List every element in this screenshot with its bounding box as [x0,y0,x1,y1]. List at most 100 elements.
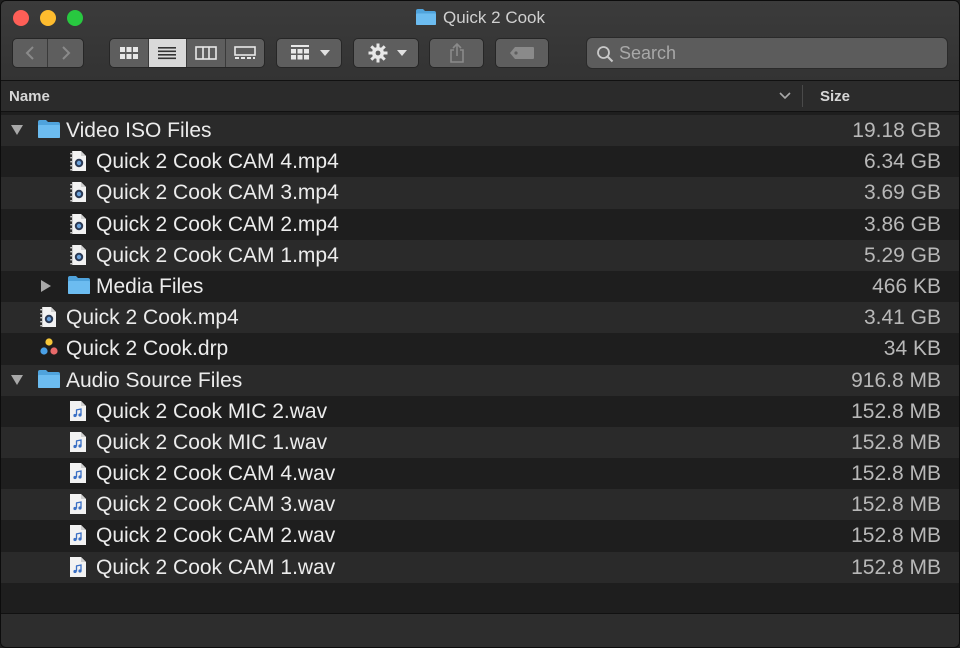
gear-icon [368,43,388,63]
folder-icon [67,275,90,297]
file-size: 19.18 GB [852,119,941,142]
group-grid-icon [291,45,309,60]
file-name: Quick 2 Cook.mp4 [66,306,239,330]
file-size: 466 KB [872,274,941,298]
folder-icon [37,369,60,391]
file-size: 3.69 GB [863,181,941,205]
file-name: Quick 2 Cook MIC 2.wav [96,399,328,423]
audio-file-icon [69,462,91,484]
disclosure-open-icon[interactable] [11,125,23,135]
view-mode-group [109,38,265,68]
tag-button[interactable] [495,38,549,68]
chevron-right-icon [61,46,70,60]
share-button[interactable] [429,38,484,68]
file-name: Media Files [96,274,204,298]
chevron-left-icon [25,46,34,60]
search-input[interactable] [619,41,939,65]
file-row[interactable]: Quick 2 Cook CAM 2.wav 152.8 MB [1,520,959,552]
file-size: 3.86 GB [863,212,941,236]
action-menu-button[interactable] [353,38,419,68]
resolve-project-icon [39,337,61,359]
columns-icon [194,46,217,60]
audio-file-icon [69,556,91,578]
video-file-icon [69,213,91,235]
file-name: Quick 2 Cook CAM 2.mp4 [96,212,339,236]
file-row[interactable]: Quick 2 Cook CAM 4.wav 152.8 MB [1,458,959,490]
column-divider[interactable] [802,85,803,107]
list-lines-icon [158,47,177,60]
chevron-down-icon [320,50,330,56]
file-name: Video ISO Files [66,119,212,142]
file-row[interactable]: Quick 2 Cook.drp 34 KB [1,333,959,365]
file-row[interactable]: Quick 2 Cook CAM 2.mp4 3.86 GB [1,208,959,240]
file-size: 916.8 MB [851,368,941,392]
file-name: Quick 2 Cook CAM 4.wav [96,462,336,486]
file-name: Audio Source Files [66,368,243,392]
navigation-group [12,38,84,68]
folder-row[interactable]: Audio Source Files 916.8 MB [1,364,959,396]
video-file-icon [69,150,91,172]
file-row[interactable]: Quick 2 Cook CAM 4.mp4 6.34 GB [1,146,959,178]
icon-view-button[interactable] [110,39,149,67]
file-name: Quick 2 Cook CAM 3.mp4 [96,181,339,205]
video-file-icon [39,306,61,328]
chevron-down-icon[interactable] [779,92,791,100]
file-row[interactable]: Quick 2 Cook CAM 3.mp4 3.69 GB [1,177,959,209]
group-by-button[interactable] [276,38,342,68]
file-name: Quick 2 Cook.drp [66,337,229,361]
folder-icon [37,119,60,141]
name-column-header[interactable]: Name [9,88,50,105]
window-title: Quick 2 Cook [1,7,959,32]
file-row[interactable]: Quick 2 Cook.mp4 3.41 GB [1,302,959,334]
audio-file-icon [69,400,91,422]
audio-file-icon [69,524,91,546]
file-size: 152.8 MB [851,555,941,579]
file-row[interactable]: Quick 2 Cook CAM 3.wav 152.8 MB [1,489,959,521]
file-size: 152.8 MB [851,524,941,548]
file-row[interactable]: Quick 2 Cook MIC 2.wav 152.8 MB [1,395,959,427]
file-size: 34 KB [883,337,941,361]
column-view-button[interactable] [187,39,226,67]
status-bar [1,613,959,647]
file-name: Quick 2 Cook CAM 3.wav [96,493,336,517]
video-file-icon [69,181,91,203]
forward-button[interactable] [48,39,83,67]
column-header: Name Size [1,81,959,112]
file-name: Quick 2 Cook CAM 4.mp4 [96,150,339,174]
gallery-icon [233,46,256,59]
file-size: 5.29 GB [863,243,941,267]
file-row[interactable]: Quick 2 Cook CAM 1.wav 152.8 MB [1,551,959,583]
file-list: Video ISO Files 19.18 GB Quick 2 Cook CAM … [1,115,959,583]
window-title-text: Quick 2 Cook [442,8,546,27]
folder-icon [415,8,437,32]
gallery-view-button[interactable] [226,39,264,67]
file-name: Quick 2 Cook MIC 1.wav [96,430,328,454]
file-name: Quick 2 Cook CAM 2.wav [96,524,336,548]
size-column-header[interactable]: Size [820,88,850,105]
file-size: 152.8 MB [851,399,941,423]
file-size: 152.8 MB [851,430,941,454]
file-size: 3.41 GB [863,306,941,330]
search-icon [597,46,614,63]
file-name: Quick 2 Cook CAM 1.wav [96,555,336,579]
icon-grid-icon [119,47,138,59]
file-row[interactable]: Quick 2 Cook CAM 1.mp4 5.29 GB [1,239,959,271]
back-button[interactable] [13,39,48,67]
video-file-icon [69,244,91,266]
file-size: 152.8 MB [851,493,941,517]
file-row[interactable]: Quick 2 Cook MIC 1.wav 152.8 MB [1,426,959,459]
audio-file-icon [69,493,91,515]
disclosure-open-icon[interactable] [11,374,23,385]
title-bar: Quick 2 Cook [1,1,959,81]
audio-file-icon [69,431,91,453]
file-size: 152.8 MB [851,462,941,486]
disclosure-closed-icon[interactable] [41,279,51,292]
share-icon [449,43,464,63]
file-name: Quick 2 Cook CAM 1.mp4 [96,243,339,267]
list-view-button[interactable] [148,39,187,67]
folder-row[interactable]: Media Files 466 KB [1,270,959,303]
file-size: 6.34 GB [863,150,941,174]
search-field[interactable] [586,37,948,69]
finder-window: Quick 2 Cook Search Name Size Video ISO … [0,0,960,648]
folder-row[interactable]: Video ISO Files 19.18 GB [1,115,959,147]
